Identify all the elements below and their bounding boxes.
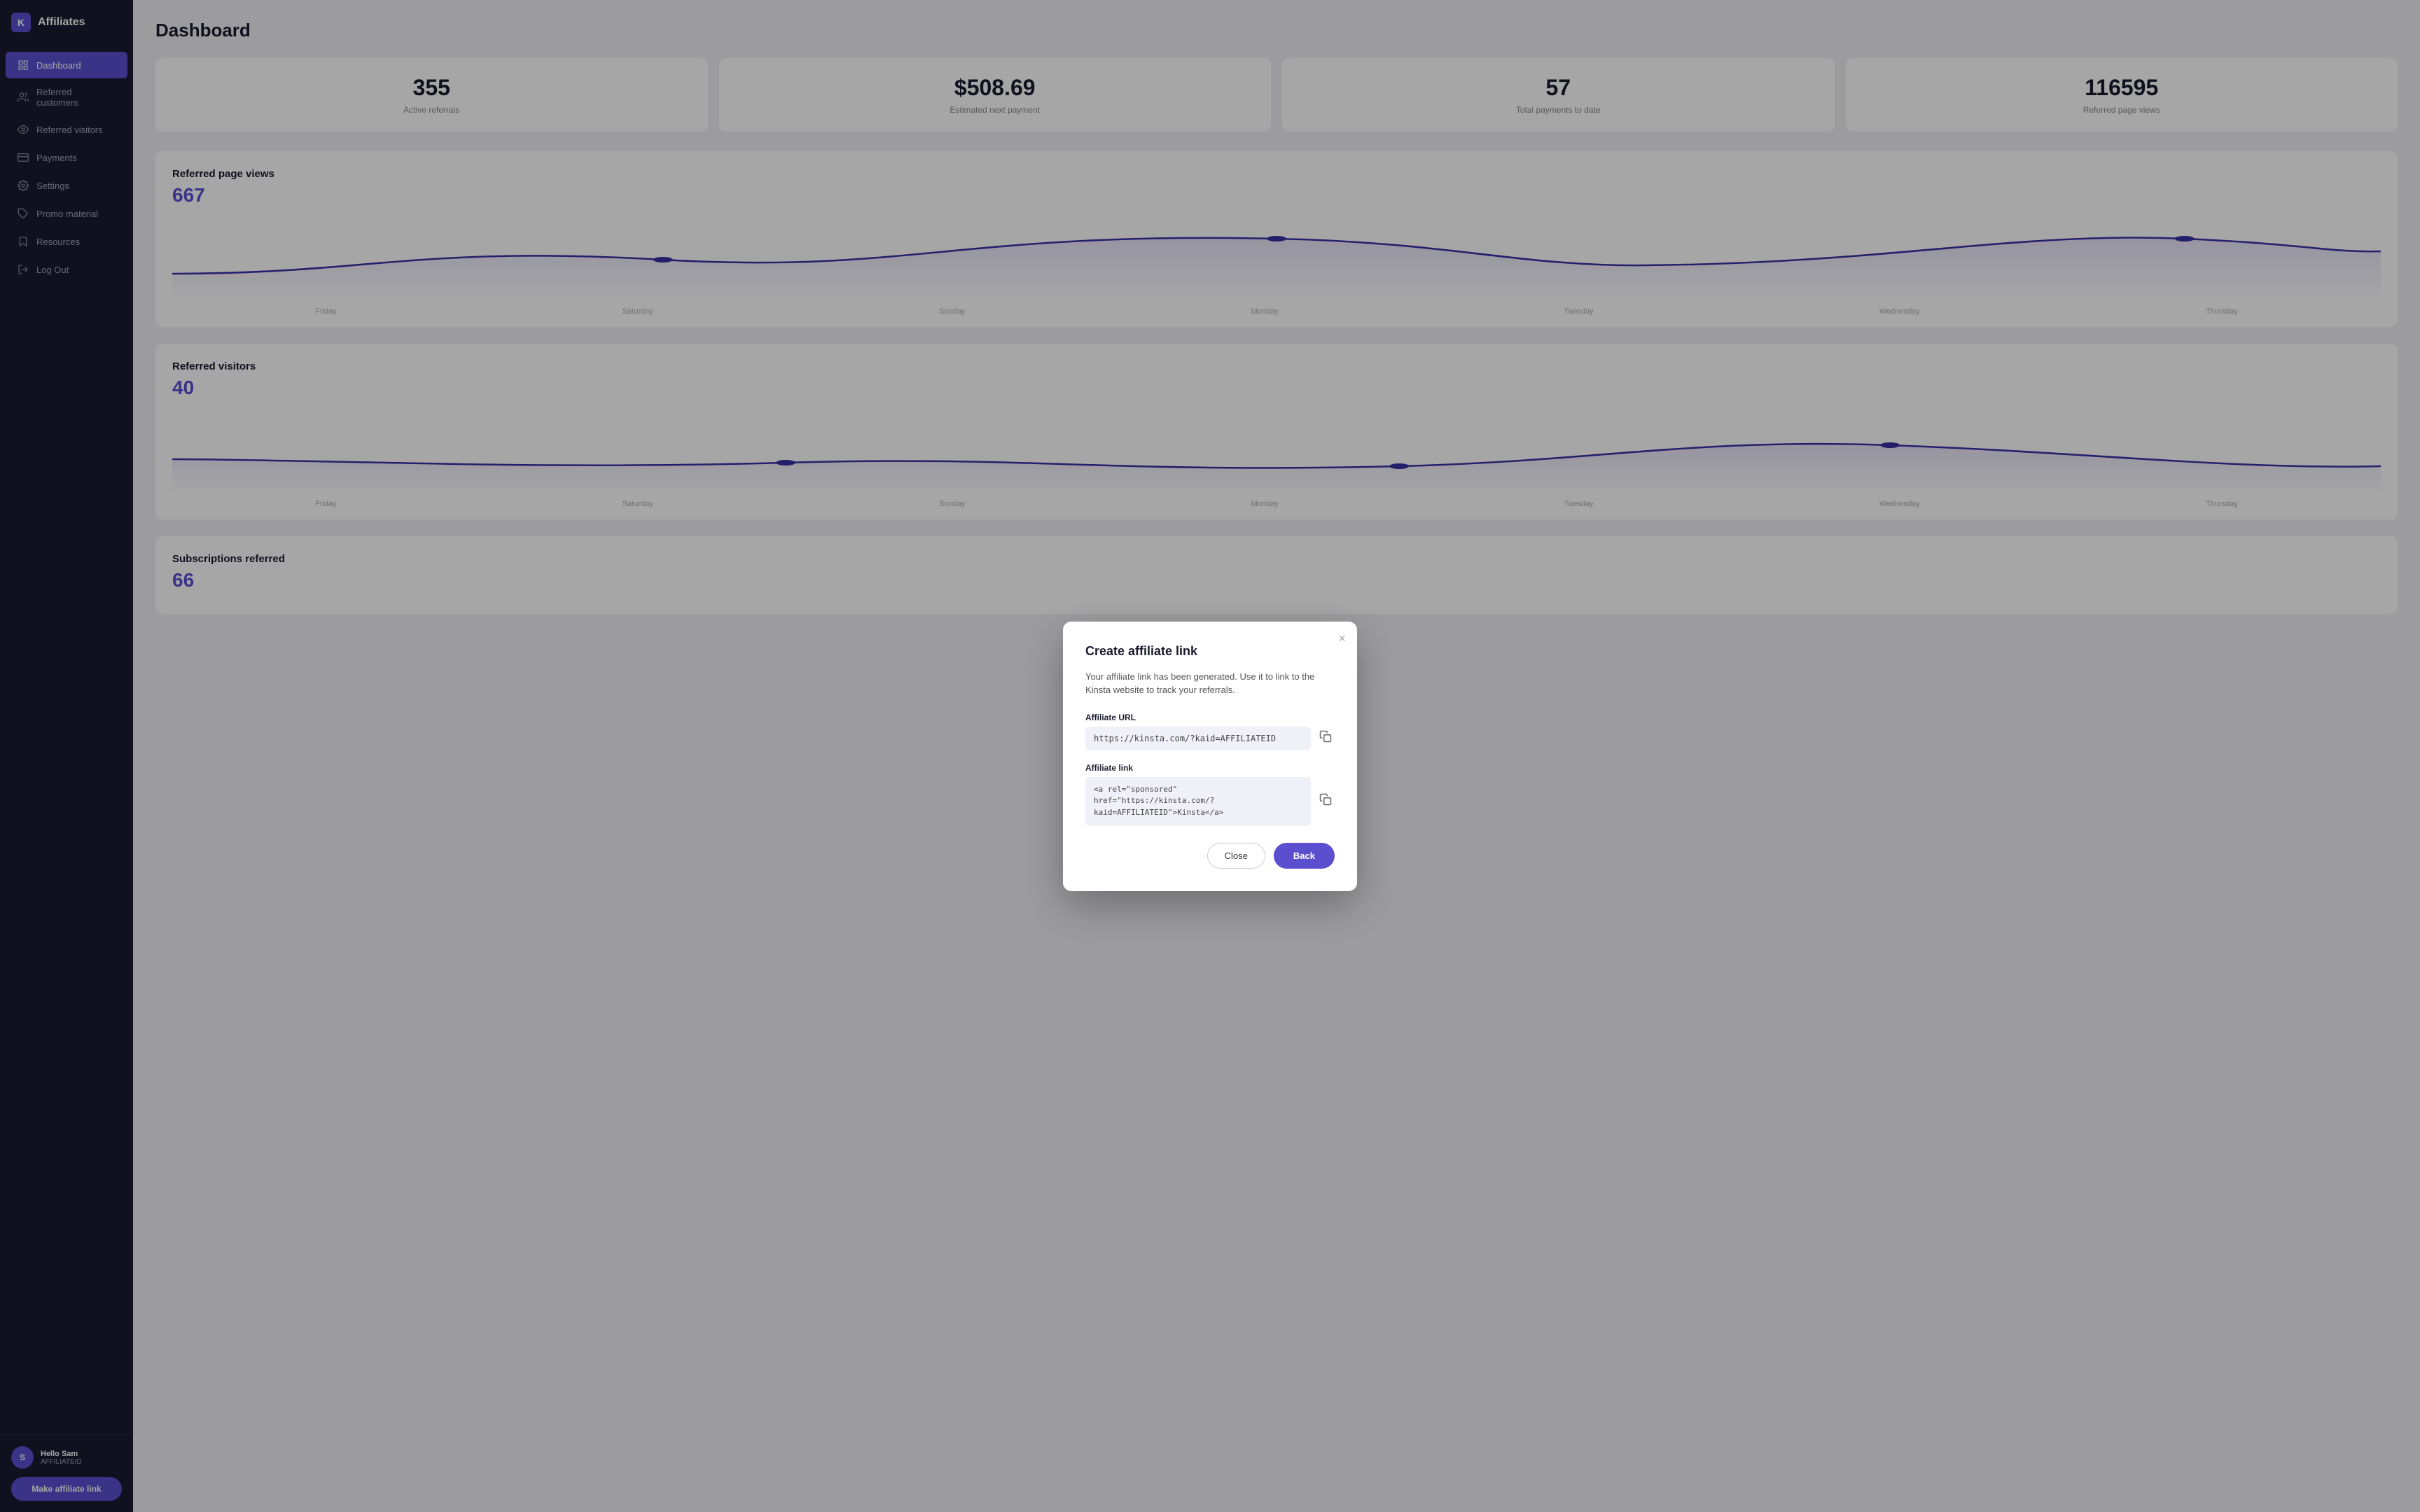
back-button[interactable]: Back	[1274, 843, 1335, 869]
affiliate-url-row	[1085, 727, 1335, 750]
affiliate-url-input[interactable]	[1085, 727, 1311, 750]
modal-title: Create affiliate link	[1085, 644, 1335, 659]
affiliate-url-label: Affiliate URL	[1085, 713, 1335, 722]
modal-actions: Close Back	[1085, 843, 1335, 869]
affiliate-link-label: Affiliate link	[1085, 763, 1335, 773]
create-affiliate-link-modal: × Create affiliate link Your affiliate l…	[1063, 622, 1357, 891]
affiliate-link-row	[1085, 777, 1335, 826]
modal-close-button[interactable]: ×	[1338, 631, 1346, 646]
affiliate-link-textarea[interactable]	[1085, 777, 1311, 826]
modal-description: Your affiliate link has been generated. …	[1085, 670, 1335, 697]
copy-url-button[interactable]	[1316, 727, 1335, 749]
close-button[interactable]: Close	[1207, 843, 1265, 869]
copy-link-button[interactable]	[1316, 790, 1335, 812]
modal-overlay: × Create affiliate link Your affiliate l…	[0, 0, 2420, 1512]
